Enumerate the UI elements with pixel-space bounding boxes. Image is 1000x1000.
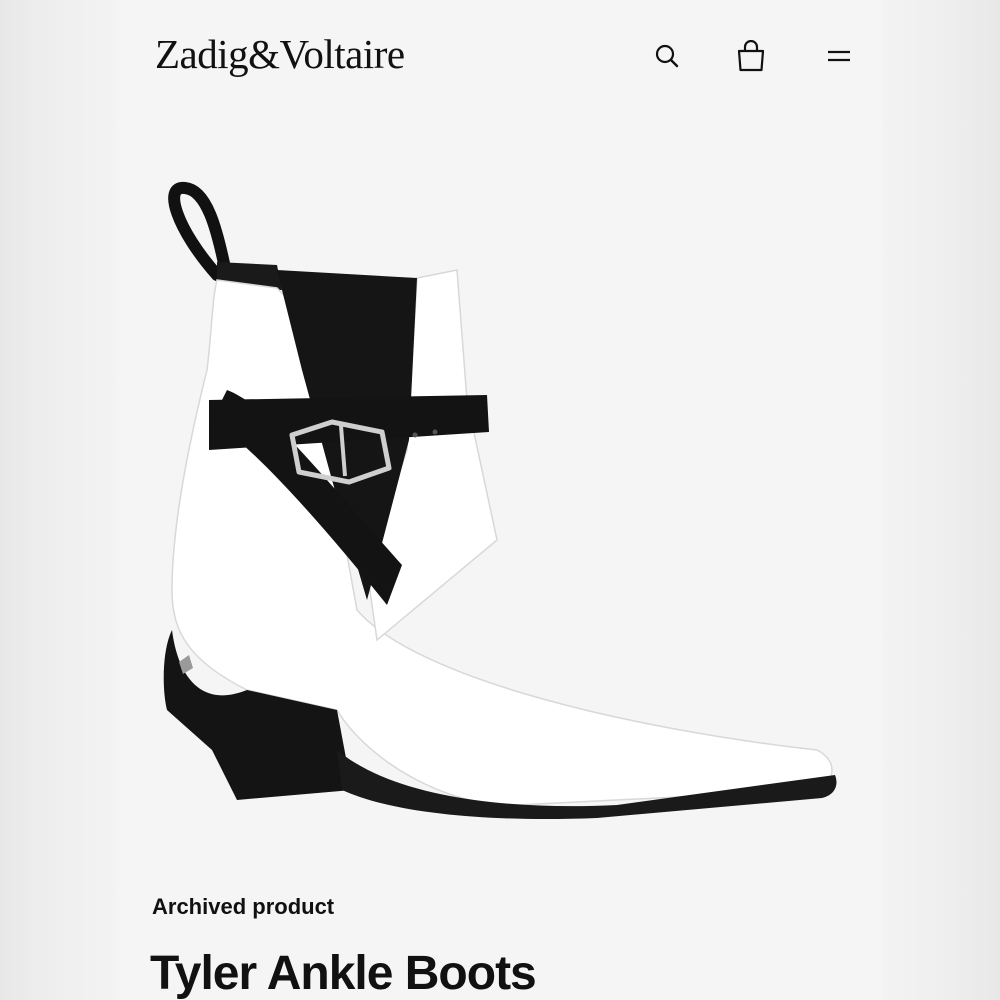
product-image[interactable] (117, 150, 883, 840)
brand-logo[interactable]: Zadig&Voltaire (155, 30, 405, 78)
boot-pull-tab (168, 181, 231, 281)
site-header: Zadig&Voltaire (117, 0, 883, 110)
product-title: Tyler Ankle Boots (150, 947, 537, 1000)
menu-button[interactable] (819, 36, 859, 76)
search-button[interactable] (647, 36, 687, 76)
shopping-bag-button[interactable] (731, 36, 771, 76)
hamburger-menu-icon (828, 50, 850, 62)
archived-product-label: Archived product (152, 894, 335, 919)
product-page: Zadig&Voltaire Archived product Tyler An… (117, 0, 883, 1000)
search-icon (655, 44, 679, 68)
shopping-bag-icon (737, 40, 765, 72)
